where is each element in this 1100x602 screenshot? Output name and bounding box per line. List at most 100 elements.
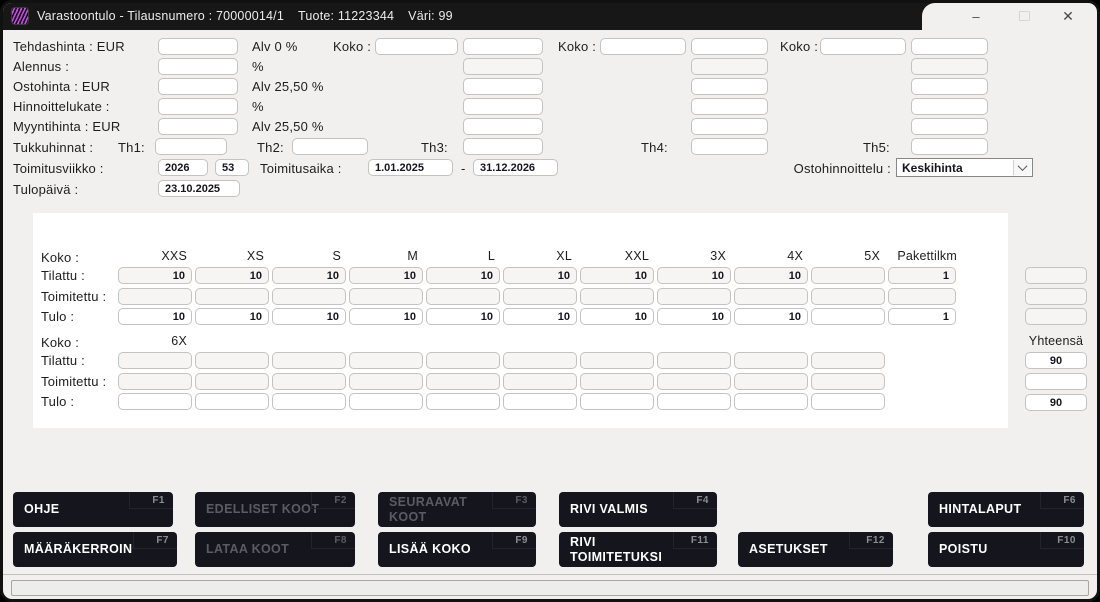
toimitusviikko-week-input[interactable] xyxy=(215,159,249,176)
th1-input[interactable] xyxy=(155,138,227,155)
grid-cell[interactable] xyxy=(272,373,346,390)
grid-cell[interactable] xyxy=(657,308,731,325)
koko-col2-box[interactable] xyxy=(691,118,768,135)
maarakerroin-button[interactable]: MÄÄRÄKERROINF7 xyxy=(13,532,177,567)
grid-cell[interactable] xyxy=(426,288,500,305)
rivi-valmis-button[interactable]: RIVI VALMISF4 xyxy=(559,492,717,527)
grid-cell[interactable] xyxy=(195,373,269,390)
grid-cell[interactable] xyxy=(195,308,269,325)
koko-col3-box[interactable] xyxy=(911,38,988,55)
koko-input-3[interactable] xyxy=(820,38,906,55)
grid-cell[interactable] xyxy=(811,288,885,305)
grid-cell[interactable] xyxy=(811,373,885,390)
grid-cell[interactable] xyxy=(734,393,808,410)
grid-cell[interactable] xyxy=(426,393,500,410)
grid-cell[interactable] xyxy=(811,352,885,369)
chevron-down-icon[interactable] xyxy=(1013,160,1031,175)
minimize-icon[interactable]: – xyxy=(958,3,994,29)
grid-cell[interactable] xyxy=(734,373,808,390)
rivi-toimitetuksi-button[interactable]: RIVI TOIMITETUKSIF11 xyxy=(559,532,717,567)
grid-cell[interactable] xyxy=(195,352,269,369)
grid-cell[interactable] xyxy=(195,393,269,410)
grid-cell[interactable] xyxy=(888,288,956,305)
grid-cell[interactable] xyxy=(657,267,731,284)
grid-cell[interactable] xyxy=(118,308,192,325)
grid-cell[interactable] xyxy=(811,393,885,410)
grid-cell[interactable] xyxy=(503,288,577,305)
th2-input[interactable] xyxy=(292,138,368,155)
grid-cell[interactable] xyxy=(118,373,192,390)
grid-cell[interactable] xyxy=(349,373,423,390)
grid-cell[interactable] xyxy=(888,308,956,325)
koko-col2-box[interactable] xyxy=(691,98,768,115)
grid-cell[interactable] xyxy=(580,352,654,369)
grid-cell[interactable] xyxy=(811,308,885,325)
hintalaput-button[interactable]: HINTALAPUTF6 xyxy=(928,492,1084,527)
grid-cell[interactable] xyxy=(426,373,500,390)
grid-cell[interactable] xyxy=(503,393,577,410)
grid-cell[interactable] xyxy=(272,288,346,305)
pricing-input[interactable] xyxy=(158,98,238,115)
grid-cell[interactable] xyxy=(272,393,346,410)
ohje-button[interactable]: OHJEF1 xyxy=(13,492,173,527)
grid-cell[interactable] xyxy=(349,288,423,305)
koko-col1-box[interactable] xyxy=(463,38,543,55)
toimitusaika-to-input[interactable] xyxy=(473,159,558,176)
grid-cell[interactable] xyxy=(734,288,808,305)
koko-col3-box[interactable] xyxy=(911,78,988,95)
grid-cell[interactable] xyxy=(426,352,500,369)
th3-input[interactable] xyxy=(463,138,543,155)
grid-cell[interactable] xyxy=(734,267,808,284)
grid-cell[interactable] xyxy=(118,288,192,305)
poistu-button[interactable]: POISTUF10 xyxy=(928,532,1084,567)
pricing-input[interactable] xyxy=(158,78,238,95)
th4-input[interactable] xyxy=(691,138,768,155)
grid-cell[interactable] xyxy=(272,352,346,369)
koko-col3-box[interactable] xyxy=(911,98,988,115)
grid-cell[interactable] xyxy=(657,373,731,390)
koko-col1-box[interactable] xyxy=(463,98,543,115)
close-icon[interactable]: ✕ xyxy=(1050,3,1086,29)
grid-cell[interactable] xyxy=(734,308,808,325)
koko-col2-box[interactable] xyxy=(691,78,768,95)
grid-cell[interactable] xyxy=(657,352,731,369)
grid-cell[interactable] xyxy=(503,352,577,369)
koko-col1-box[interactable] xyxy=(463,78,543,95)
grid-cell[interactable] xyxy=(580,393,654,410)
grid-cell[interactable] xyxy=(349,267,423,284)
grid-cell[interactable] xyxy=(811,267,885,284)
grid-cell[interactable] xyxy=(580,373,654,390)
grid-cell[interactable] xyxy=(580,288,654,305)
koko-col2-box[interactable] xyxy=(691,38,768,55)
tulopaiva-input[interactable] xyxy=(158,180,240,197)
pricing-input[interactable] xyxy=(158,38,238,55)
grid-cell[interactable] xyxy=(349,352,423,369)
grid-cell[interactable] xyxy=(349,393,423,410)
grid-cell[interactable] xyxy=(657,393,731,410)
grid-cell[interactable] xyxy=(272,267,346,284)
grid-cell[interactable] xyxy=(888,267,956,284)
grid-cell[interactable] xyxy=(426,267,500,284)
grid-cell[interactable] xyxy=(734,352,808,369)
pricing-input[interactable] xyxy=(158,118,238,135)
grid-cell[interactable] xyxy=(118,393,192,410)
pricing-input[interactable] xyxy=(158,58,238,75)
grid-cell[interactable] xyxy=(426,308,500,325)
grid-cell[interactable] xyxy=(118,267,192,284)
grid-cell[interactable] xyxy=(503,308,577,325)
ostohinnoittelu-select[interactable]: Keskihinta xyxy=(896,158,1033,177)
grid-cell[interactable] xyxy=(503,373,577,390)
grid-cell[interactable] xyxy=(195,288,269,305)
toimitusaika-from-input[interactable] xyxy=(368,159,453,176)
grid-cell[interactable] xyxy=(195,267,269,284)
grid-cell[interactable] xyxy=(580,267,654,284)
grid-cell[interactable] xyxy=(118,352,192,369)
grid-cell[interactable] xyxy=(503,267,577,284)
grid-cell[interactable] xyxy=(580,308,654,325)
th5-input[interactable] xyxy=(911,138,988,155)
grid-cell[interactable] xyxy=(272,308,346,325)
grid-cell[interactable] xyxy=(657,288,731,305)
asetukset-button[interactable]: ASETUKSETF12 xyxy=(738,532,893,567)
koko-col1-box[interactable] xyxy=(463,118,543,135)
koko-col3-box[interactable] xyxy=(911,118,988,135)
